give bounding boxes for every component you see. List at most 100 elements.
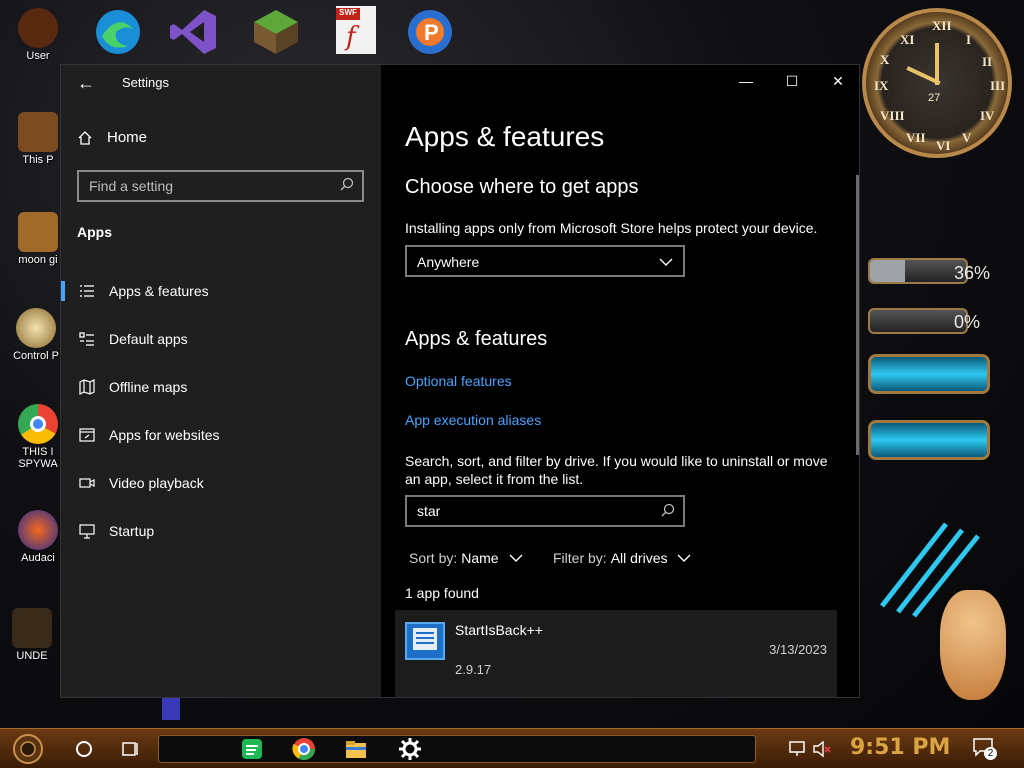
notification-center-button[interactable]: 2 <box>972 737 998 761</box>
optional-features-link[interactable]: Optional features <box>405 373 512 389</box>
content-scrollbar[interactable] <box>856 175 859 455</box>
search-description: Search, sort, and filter by drive. If yo… <box>405 453 828 487</box>
memory-gauge <box>868 308 968 334</box>
taskbar: 9:51 PM 2 <box>0 728 1024 768</box>
chrome-icon[interactable] <box>292 737 316 761</box>
sidebar-item-apps-features[interactable]: Apps & features <box>61 267 381 315</box>
desktop-icon-label: Audaci <box>21 552 55 564</box>
sidebar-item-label: Default apps <box>109 331 188 347</box>
back-arrow-icon[interactable]: ← <box>77 73 95 94</box>
lightbulb-icon <box>16 308 56 348</box>
chrome-icon <box>18 404 58 444</box>
chevron-down-icon <box>509 554 523 562</box>
link-window-icon <box>79 428 95 442</box>
taskbar-clock[interactable]: 9:51 PM <box>850 735 950 760</box>
desktop-icon-label: UNDE <box>16 650 48 662</box>
filter-dropdown[interactable]: Filter by: All drives <box>553 550 691 566</box>
sidebar-item-label: Video playback <box>109 475 204 491</box>
paint-icon[interactable]: P <box>404 6 456 58</box>
search-circle-icon[interactable] <box>72 737 96 761</box>
desktop-icon-user[interactable]: User <box>8 8 68 62</box>
app-execution-aliases-link[interactable]: App execution aliases <box>405 412 541 428</box>
audacity-icon <box>18 510 58 550</box>
apps-features-heading: Apps & features <box>405 328 548 350</box>
app-install-date: 3/13/2023 <box>769 642 827 657</box>
settings-nav: Apps & features Default apps Offline map… <box>61 267 381 555</box>
clock-day: 27 <box>928 92 941 104</box>
sidebar-item-label: Apps & features <box>109 283 209 299</box>
search-icon[interactable] <box>661 503 675 517</box>
user-folder-icon <box>18 8 58 48</box>
app-source-value: Anywhere <box>417 254 480 270</box>
desktop-icon-chrome[interactable]: THIS I SPYWA <box>8 404 68 470</box>
sidebar-item-label: Startup <box>109 523 155 539</box>
moon-gif-icon <box>18 212 58 252</box>
desktop-icon-label: moon gi <box>18 254 58 266</box>
app-version: 2.9.17 <box>455 662 492 677</box>
app-search-input[interactable]: star <box>405 495 685 527</box>
settings-content: — ☐ ✕ Apps & features Choose where to ge… <box>381 65 859 697</box>
desktop-icon-moon[interactable]: moon gi <box>8 212 68 266</box>
svg-text:P: P <box>424 20 439 45</box>
sidebar-item-startup[interactable]: Startup <box>61 507 381 555</box>
blue-tube-bottom <box>868 420 990 460</box>
sidebar-item-label: Apps for websites <box>109 427 220 443</box>
visual-studio-icon[interactable] <box>168 6 220 58</box>
settings-sidebar: ← Settings Home Find a setting Apps Apps… <box>61 65 381 697</box>
page-title: Apps & features <box>405 121 605 152</box>
home-icon <box>78 130 92 145</box>
settings-icon[interactable] <box>398 737 422 761</box>
spotify-icon[interactable] <box>240 737 264 761</box>
app-source-select[interactable]: Anywhere <box>405 245 685 277</box>
desktop-icon-label: Control P <box>13 350 59 362</box>
sidebar-item-apps-for-websites[interactable]: Apps for websites <box>61 411 381 459</box>
desktop-icon-this-pc[interactable]: This P <box>8 112 68 166</box>
sort-label: Sort by: <box>409 550 458 566</box>
find-setting-placeholder: Find a setting <box>89 178 174 194</box>
filter-value: All drives <box>610 550 668 566</box>
start-button[interactable] <box>12 733 44 765</box>
sidebar-item-default-apps[interactable]: Default apps <box>61 315 381 363</box>
sort-dropdown[interactable]: Sort by: Name <box>409 550 523 566</box>
search-icon[interactable] <box>340 177 354 191</box>
result-count: 1 app found <box>405 585 479 601</box>
volume-muted-icon[interactable] <box>812 739 832 759</box>
choose-apps-heading: Choose where to get apps <box>405 176 639 198</box>
video-icon <box>79 478 95 488</box>
cpu-gauge <box>868 258 968 284</box>
desktop-icon-undertale[interactable]: UNDE <box>2 608 62 662</box>
sidebar-item-video-playback[interactable]: Video playback <box>61 459 381 507</box>
file-explorer-icon[interactable] <box>344 737 368 761</box>
close-button[interactable]: ✕ <box>815 65 859 97</box>
desktop-icon-label: This P <box>22 154 54 166</box>
sidebar-item-offline-maps[interactable]: Offline maps <box>61 363 381 411</box>
cpu-percent: 36% <box>954 263 991 283</box>
window-title: Settings <box>122 75 169 90</box>
maximize-button[interactable]: ☐ <box>769 65 815 97</box>
swf-icon[interactable]: SWF f <box>330 6 382 58</box>
find-setting-input[interactable]: Find a setting <box>77 170 364 202</box>
notification-count: 2 <box>984 747 997 760</box>
app-name: StartIsBack++ <box>455 622 543 638</box>
analog-clock: XII III VI IX I II IV V VII VIII X XI 27 <box>862 8 1012 158</box>
hamster-mascot <box>940 590 1006 700</box>
game-icon <box>12 608 52 648</box>
default-apps-icon <box>79 332 94 346</box>
minimize-button[interactable]: — <box>723 65 769 97</box>
app-list-item[interactable]: StartIsBack++ 2.9.17 3/13/2023 <box>395 610 837 697</box>
network-icon[interactable] <box>788 739 808 759</box>
task-view-icon[interactable] <box>118 737 142 761</box>
choose-apps-description: Installing apps only from Microsoft Stor… <box>405 220 818 236</box>
desktop-icon-label: User <box>26 50 50 62</box>
desktop-icon-control-panel[interactable]: Control P <box>6 308 66 362</box>
minecraft-icon[interactable] <box>250 6 302 58</box>
cpu-gauge-fill <box>870 260 905 282</box>
app-search-value: star <box>417 503 441 519</box>
chevron-down-icon <box>677 554 691 562</box>
window-controls: — ☐ ✕ <box>723 65 859 97</box>
home-nav[interactable]: Home <box>77 129 147 146</box>
sort-value: Name <box>461 550 499 566</box>
edge-icon[interactable] <box>92 6 144 58</box>
settings-window: ← Settings Home Find a setting Apps Apps… <box>60 64 860 698</box>
desktop-icon-audacity[interactable]: Audaci <box>8 510 68 564</box>
